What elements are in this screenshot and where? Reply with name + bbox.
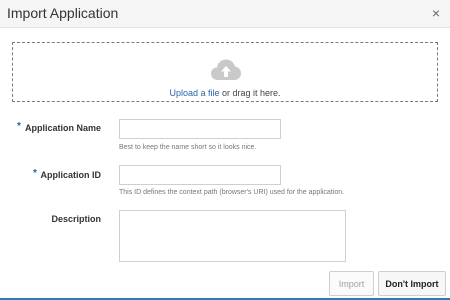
description-textarea[interactable] [119, 210, 346, 262]
upload-instructions: Upload a file or drag it here. [13, 88, 437, 98]
dialog-header: Import Application × [0, 0, 450, 28]
upload-file-link[interactable]: Upload a file [169, 88, 219, 98]
required-indicator: * [17, 121, 21, 132]
drag-here-text: or drag it here. [219, 88, 281, 98]
application-name-label: Application Name [24, 123, 101, 133]
required-indicator: * [33, 168, 37, 179]
import-application-dialog: Import Application × Upload a file or dr… [0, 0, 450, 300]
close-icon[interactable]: × [429, 6, 443, 20]
application-name-input[interactable] [119, 119, 281, 139]
import-button[interactable]: Import [329, 271, 374, 296]
file-dropzone[interactable]: Upload a file or drag it here. [12, 42, 438, 102]
dont-import-button[interactable]: Don't Import [378, 271, 446, 296]
description-label: Description [51, 214, 101, 224]
application-id-label: Application ID [40, 170, 102, 180]
application-name-hint: Best to keep the name short so it looks … [119, 144, 257, 151]
application-id-input[interactable] [119, 165, 281, 185]
dialog-title: Import Application [7, 5, 119, 21]
dialog-footer: Import Don't Import [0, 269, 450, 300]
application-id-hint: This ID defines the context path (browse… [119, 189, 345, 196]
cloud-upload-icon [211, 59, 241, 80]
